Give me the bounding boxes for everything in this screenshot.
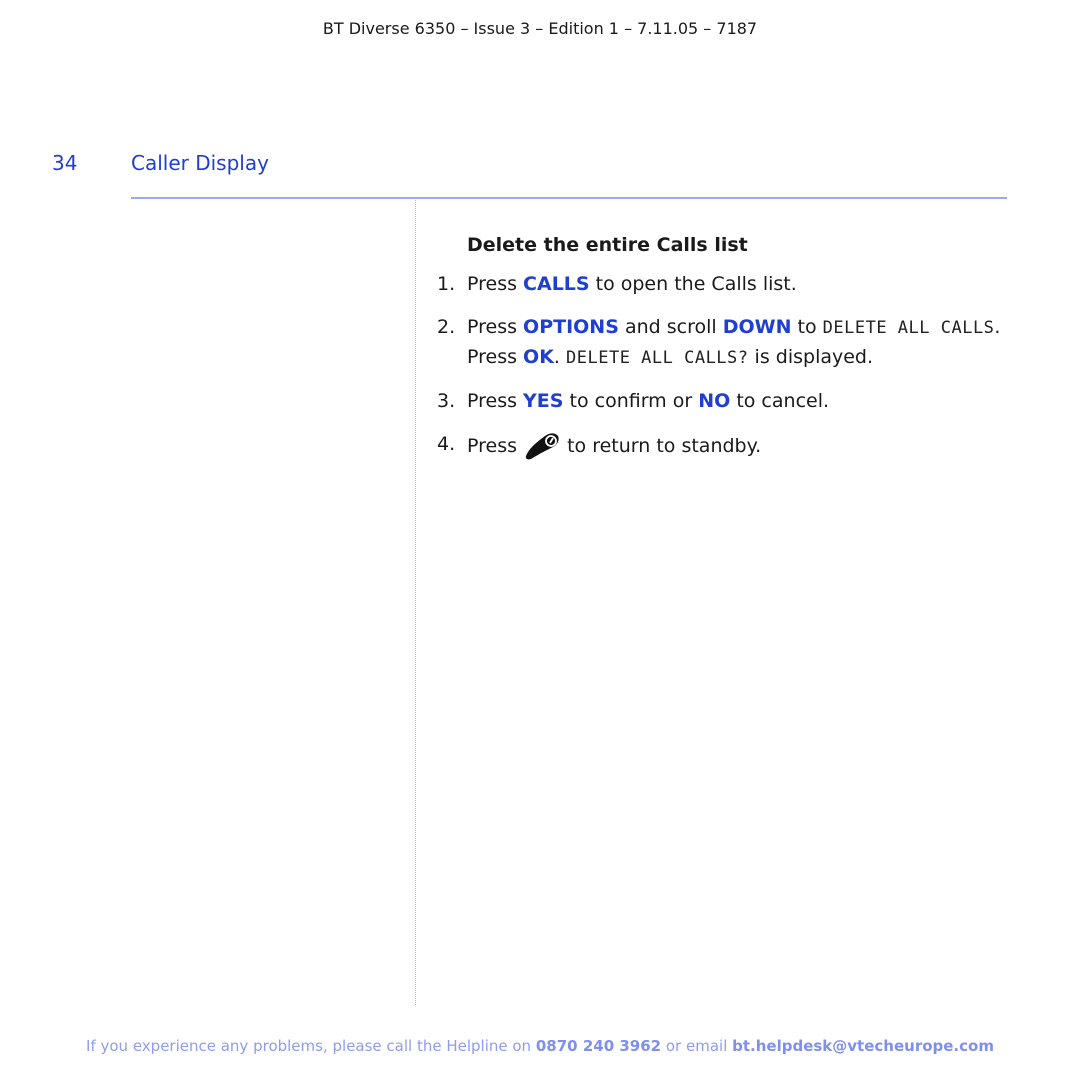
helpdesk-email[interactable]: bt.helpdesk@vtecheurope.com bbox=[732, 1037, 994, 1055]
text: Press bbox=[467, 435, 524, 457]
text: Press bbox=[467, 390, 524, 412]
text: is displayed. bbox=[748, 346, 874, 368]
footer-text: If you experience any problems, please c… bbox=[86, 1037, 536, 1055]
step-text: Press to return to standby. bbox=[467, 430, 761, 461]
text: . bbox=[994, 316, 1001, 338]
key-yes: YES bbox=[523, 390, 564, 412]
end-call-icon bbox=[523, 430, 561, 460]
step-text: Press OPTIONS and scroll DOWN to DELETE … bbox=[467, 313, 1000, 373]
step-text: Press CALLS to open the Calls list. bbox=[467, 270, 797, 299]
step-4: 4. Press to return to standby. bbox=[437, 430, 1037, 461]
key-ok: OK bbox=[523, 346, 554, 368]
step-number: 4. bbox=[437, 433, 456, 455]
text: and scroll bbox=[618, 316, 723, 338]
step-1: 1. Press CALLS to open the Calls list. bbox=[437, 270, 1037, 299]
section-divider bbox=[131, 197, 1007, 199]
key-options: OPTIONS bbox=[523, 316, 619, 338]
column-divider bbox=[415, 200, 416, 1005]
section-title: Caller Display bbox=[131, 151, 269, 175]
text: to confirm or bbox=[563, 390, 699, 412]
helpline-phone: 0870 240 3962 bbox=[535, 1037, 662, 1055]
key-calls: CALLS bbox=[523, 273, 590, 295]
text: . bbox=[553, 346, 567, 368]
text: Press bbox=[467, 273, 524, 295]
lcd-text: DELETE ALL CALLS bbox=[822, 318, 995, 338]
text: to cancel. bbox=[730, 390, 830, 412]
step-number: 3. bbox=[437, 390, 456, 412]
step-number: 1. bbox=[437, 273, 456, 295]
text: to bbox=[791, 316, 823, 338]
text: to return to standby. bbox=[561, 435, 762, 457]
step-3: 3. Press YES to confirm or NO to cancel. bbox=[437, 387, 1037, 416]
footer-text: or email bbox=[661, 1037, 733, 1055]
lcd-text: DELETE ALL CALLS? bbox=[566, 348, 749, 368]
helpline-footer: If you experience any problems, please c… bbox=[0, 1037, 1080, 1055]
step-2: 2. Press OPTIONS and scroll DOWN to DELE… bbox=[437, 313, 1037, 373]
subheading: Delete the entire Calls list bbox=[467, 234, 748, 256]
key-down: DOWN bbox=[722, 316, 792, 338]
step-text: Press YES to confirm or NO to cancel. bbox=[467, 387, 829, 416]
text: Press bbox=[467, 346, 524, 368]
text: Press bbox=[467, 316, 524, 338]
key-no: NO bbox=[698, 390, 731, 412]
step-number: 2. bbox=[437, 316, 456, 338]
document-header: BT Diverse 6350 – Issue 3 – Edition 1 – … bbox=[322, 19, 758, 38]
text: to open the Calls list. bbox=[589, 273, 797, 295]
instructions: Delete the entire Calls list 1. Press CA… bbox=[437, 234, 1037, 475]
page-number: 34 bbox=[52, 151, 78, 175]
